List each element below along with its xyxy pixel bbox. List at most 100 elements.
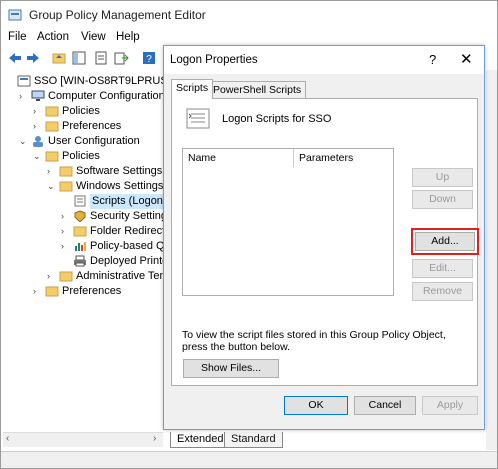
window-title: Group Policy Management Editor	[29, 8, 206, 22]
tree-item-label: SSO [WIN-OS8RT9LPRUS.SANGI	[34, 75, 163, 87]
security-icon	[73, 210, 87, 223]
tree-item[interactable]: › Preferences	[33, 284, 163, 299]
tree-item-label: Scripts (Logon/Lo	[90, 194, 163, 209]
chevron-down-icon[interactable]: ⌄	[19, 134, 29, 149]
add-button[interactable]: Add...	[415, 232, 475, 251]
tree-item[interactable]: › Policies	[33, 104, 163, 119]
tree-item[interactable]: SSO [WIN-OS8RT9LPRUS.SANGI	[5, 74, 163, 89]
scroll-right-icon[interactable]: ›	[153, 433, 156, 444]
tree-item-label: Preferences	[62, 120, 122, 132]
tree-item-label: Policies	[62, 105, 100, 117]
script-list[interactable]: Name Parameters	[182, 148, 394, 296]
cancel-button[interactable]: Cancel	[354, 396, 416, 415]
computer-icon	[31, 90, 45, 102]
tree-item[interactable]: › Policy-based QoS	[61, 239, 163, 254]
chevron-right-icon[interactable]: ›	[61, 209, 71, 224]
scripts-icon	[73, 195, 87, 207]
chevron-right-icon[interactable]: ›	[47, 164, 57, 179]
tree-item-label: Administrative Temp	[76, 270, 163, 282]
window-titlebar[interactable]: Group Policy Management Editor	[1, 1, 497, 29]
tree-item[interactable]: ⌄ User Configuration	[19, 134, 163, 149]
down-button[interactable]: Down	[412, 190, 473, 209]
help-icon[interactable]: ?	[429, 52, 436, 67]
tree-item-label: Windows Settings	[76, 180, 163, 192]
tree-item-label: Computer Configuration	[48, 90, 163, 102]
chevron-down-icon[interactable]: ⌄	[47, 179, 57, 194]
tab-scripts[interactable]: Scripts	[171, 79, 214, 99]
scripts-tab-panel: Logon Scripts for SSO Name Parameters Up…	[171, 98, 479, 386]
tree-item[interactable]: › Folder Redirection	[61, 224, 163, 239]
chevron-down-icon[interactable]: ⌄	[33, 149, 43, 164]
forward-arrow-icon[interactable]	[25, 50, 41, 66]
tree-item[interactable]: › Computer Configuration	[19, 89, 163, 104]
tree-item[interactable]: › Administrative Temp	[47, 269, 163, 284]
show-hide-tree-icon[interactable]	[71, 50, 87, 66]
chevron-right-icon[interactable]: ›	[47, 269, 57, 284]
chevron-right-icon[interactable]: ›	[33, 119, 43, 134]
script-icon	[186, 108, 210, 129]
folder-icon	[45, 120, 59, 132]
chevron-right-icon[interactable]: ›	[61, 239, 71, 254]
user-icon	[31, 135, 45, 147]
console-tree: SSO [WIN-OS8RT9LPRUS.SANGI › Computer Conf…	[3, 70, 163, 430]
chart-icon	[73, 240, 87, 252]
show-files-button[interactable]: Show Files...	[183, 359, 279, 378]
view-tabs: Extended Standard	[164, 432, 484, 448]
status-bar	[1, 451, 497, 468]
tree-item[interactable]: › Software Settings	[47, 164, 163, 179]
back-arrow-icon[interactable]	[7, 50, 23, 66]
right-pane-scrollbar[interactable]	[486, 70, 497, 450]
printer-icon	[73, 255, 87, 267]
tab-powershell-scripts[interactable]: PowerShell Scripts	[208, 81, 307, 99]
properties-icon[interactable]	[93, 50, 109, 66]
folder-icon	[59, 180, 73, 192]
gpo-editor-icon	[8, 9, 22, 21]
tab-standard[interactable]: Standard	[224, 432, 283, 448]
edit-button[interactable]: Edit...	[412, 259, 473, 278]
up-folder-icon[interactable]	[51, 50, 67, 66]
dialog-title: Logon Properties	[170, 54, 258, 66]
column-header-parameters[interactable]: Parameters	[294, 149, 353, 167]
folder-icon	[45, 285, 59, 297]
up-button[interactable]: Up	[412, 168, 473, 187]
tree-horizontal-scrollbar[interactable]: ‹ ›	[3, 432, 163, 447]
menu-help[interactable]: Help	[116, 31, 140, 43]
menu-view[interactable]: View	[81, 31, 106, 43]
chevron-right-icon[interactable]: ›	[33, 104, 43, 119]
help-icon[interactable]: ?	[141, 50, 157, 66]
folder-icon	[59, 270, 73, 282]
tree-item-label: Policy-based QoS	[90, 240, 163, 252]
tree-item[interactable]: ⌄ Windows Settings	[47, 179, 163, 194]
info-text: To view the script files stored in this …	[182, 329, 446, 353]
menu-action[interactable]: Action	[37, 31, 69, 43]
folder-icon	[45, 150, 59, 162]
tree-item-label: Deployed Printers	[90, 255, 163, 267]
dialog-titlebar[interactable]: Logon Properties ? ✕	[164, 46, 484, 74]
svg-text:?: ?	[146, 54, 152, 65]
folder-icon	[73, 225, 87, 237]
tab-extended[interactable]: Extended	[170, 432, 231, 448]
close-icon[interactable]: ✕	[460, 50, 473, 68]
chevron-right-icon[interactable]: ›	[19, 89, 29, 104]
export-list-icon[interactable]	[113, 50, 129, 66]
remove-button[interactable]: Remove	[412, 282, 473, 301]
scroll-left-icon[interactable]: ‹	[6, 433, 9, 444]
apply-button[interactable]: Apply	[422, 396, 478, 415]
tree-item[interactable]: ⌄ Policies	[33, 149, 163, 164]
menu-file[interactable]: File	[8, 31, 27, 43]
tree-item-label: Policies	[62, 150, 100, 162]
column-header-name[interactable]: Name	[183, 149, 216, 167]
chevron-right-icon[interactable]: ›	[61, 224, 71, 239]
ok-button[interactable]: OK	[284, 396, 348, 415]
tree-item[interactable]: Deployed Printers	[61, 254, 163, 269]
chevron-right-icon[interactable]: ›	[33, 284, 43, 299]
tree-item[interactable]: Scripts (Logon/Lo	[61, 194, 163, 209]
folder-icon	[45, 105, 59, 117]
tree-item-label: User Configuration	[48, 135, 140, 147]
gpo-icon	[17, 75, 31, 87]
tree-item-label: Software Settings	[76, 165, 163, 177]
logon-properties-dialog: Logon Properties ? ✕ Scripts PowerShell …	[163, 45, 485, 430]
tree-item-label: Folder Redirection	[90, 225, 163, 237]
tree-item[interactable]: › Preferences	[33, 119, 163, 134]
tree-item[interactable]: › Security Settings	[61, 209, 163, 224]
